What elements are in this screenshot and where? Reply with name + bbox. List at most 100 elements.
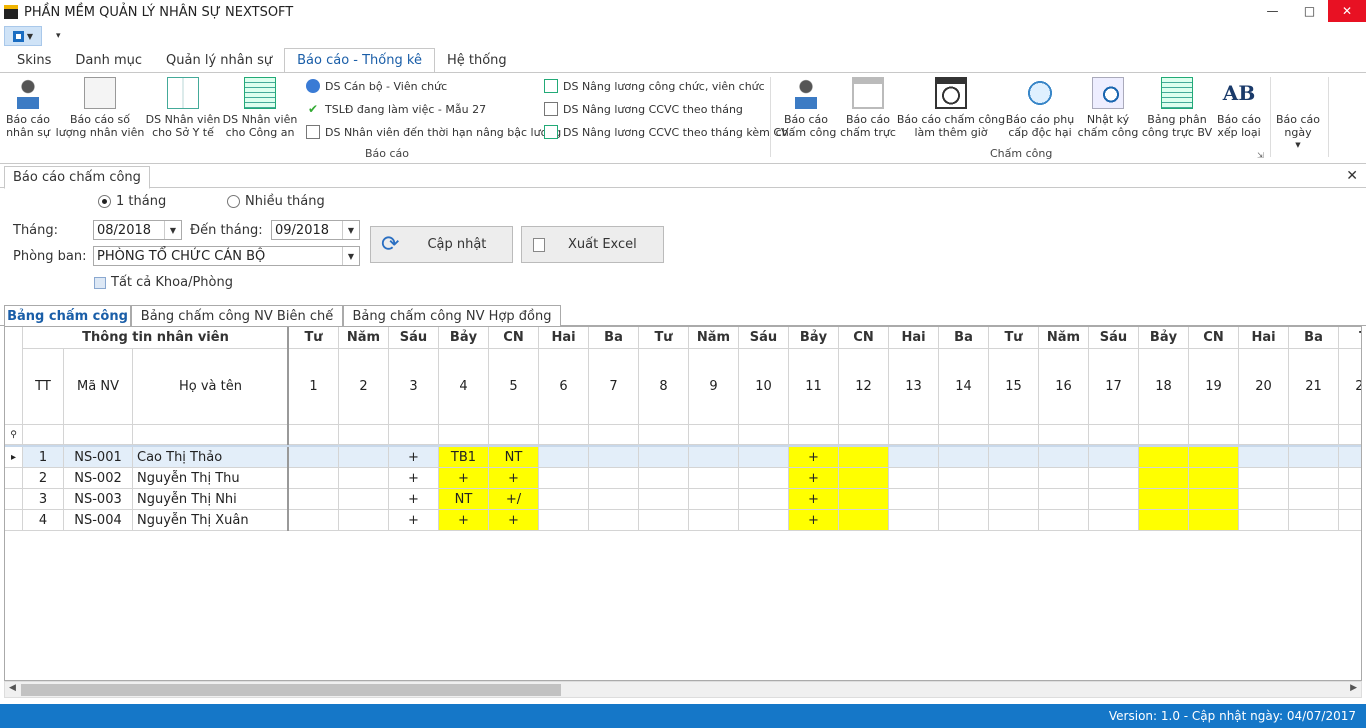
cell-day[interactable]: [639, 510, 689, 531]
day-header[interactable]: 11: [789, 349, 839, 425]
cell-ho-ten[interactable]: Cao Thị Thảo: [133, 447, 289, 468]
cell-tt[interactable]: 4: [23, 510, 64, 531]
customize-toolbar-icon[interactable]: ▾: [56, 31, 61, 41]
cell-day[interactable]: [689, 447, 739, 468]
day-header[interactable]: 17: [1089, 349, 1139, 425]
day-header[interactable]: 1: [289, 349, 339, 425]
cell-tt[interactable]: 3: [23, 489, 64, 510]
xuat-excel-button[interactable]: Xuất Excel: [521, 226, 664, 263]
cell-day[interactable]: [889, 489, 939, 510]
filter-cell[interactable]: [889, 425, 939, 445]
filter-cell[interactable]: [789, 425, 839, 445]
den-thang-combo[interactable]: 09/2018 ▼: [271, 220, 360, 240]
cell-day[interactable]: [1189, 489, 1239, 510]
filter-cell[interactable]: [1189, 425, 1239, 445]
cell-day[interactable]: +: [489, 468, 539, 489]
cell-ma-nv[interactable]: NS-004: [64, 510, 133, 531]
tab-he-thong[interactable]: Hệ thống: [435, 48, 519, 72]
day-header[interactable]: 22: [1339, 349, 1361, 425]
cell-day[interactable]: [1139, 447, 1189, 468]
ds-nang-luong-theo-thang-button[interactable]: DS Nâng lương CCVC theo tháng: [544, 99, 743, 119]
cell-day[interactable]: +/: [489, 489, 539, 510]
day-header[interactable]: 21: [1289, 349, 1339, 425]
cell-day[interactable]: [1039, 447, 1089, 468]
day-header[interactable]: 14: [939, 349, 989, 425]
cell-ma-nv[interactable]: NS-001: [64, 447, 133, 468]
cell-day[interactable]: [539, 447, 589, 468]
close-button[interactable]: ✕: [1328, 0, 1366, 22]
filter-cell[interactable]: [839, 425, 889, 445]
cell-day[interactable]: [989, 510, 1039, 531]
cell-day[interactable]: [1289, 447, 1339, 468]
cell-day[interactable]: +: [489, 510, 539, 531]
cell-day[interactable]: [289, 489, 339, 510]
filter-cell[interactable]: [1339, 425, 1361, 445]
cell-day[interactable]: [1239, 489, 1289, 510]
chevron-down-icon[interactable]: ▼: [342, 247, 359, 265]
filter-cell[interactable]: [1239, 425, 1289, 445]
row-indicator[interactable]: [5, 468, 23, 489]
cell-day[interactable]: +: [389, 510, 439, 531]
cell-day[interactable]: [589, 447, 639, 468]
row-indicator[interactable]: [5, 489, 23, 510]
cell-day[interactable]: [989, 489, 1039, 510]
col-header-ho-ten[interactable]: Họ và tên: [133, 349, 289, 425]
filter-cell[interactable]: [23, 425, 64, 445]
scroll-right-icon[interactable]: ▶: [1350, 683, 1357, 693]
cell-day[interactable]: [339, 447, 389, 468]
bao-cao-lam-them-gio-button[interactable]: Báo cáo chấm công làm thêm giờ: [897, 77, 1005, 143]
cell-day[interactable]: [1289, 510, 1339, 531]
cell-day[interactable]: [1189, 468, 1239, 489]
filter-cell[interactable]: [64, 425, 133, 445]
cell-day[interactable]: [1139, 489, 1189, 510]
day-header[interactable]: 4: [439, 349, 489, 425]
filter-cell[interactable]: [689, 425, 739, 445]
dialog-launcher-icon[interactable]: ⇲: [1257, 151, 1264, 160]
bao-cao-nhan-su-button[interactable]: Báo cáo nhân sự: [4, 77, 52, 143]
cell-day[interactable]: [339, 468, 389, 489]
cell-day[interactable]: [989, 468, 1039, 489]
day-header[interactable]: 9: [689, 349, 739, 425]
cell-day[interactable]: [839, 510, 889, 531]
cell-day[interactable]: +: [789, 489, 839, 510]
cap-nhat-button[interactable]: ⟳ Cập nhật: [370, 226, 513, 263]
tab-bang-cham-cong[interactable]: Bảng chấm công: [4, 305, 131, 327]
radio-many-months[interactable]: Nhiều tháng: [227, 194, 325, 209]
cell-day[interactable]: [1039, 489, 1089, 510]
cell-day[interactable]: [589, 489, 639, 510]
cell-day[interactable]: [1089, 447, 1139, 468]
cell-day[interactable]: [839, 447, 889, 468]
close-icon[interactable]: ✕: [1346, 168, 1358, 184]
ds-nhan-vien-so-y-te-button[interactable]: DS Nhân viên cho Sở Y tế: [146, 77, 220, 143]
cell-day[interactable]: +: [789, 510, 839, 531]
day-header[interactable]: 13: [889, 349, 939, 425]
filter-cell[interactable]: [539, 425, 589, 445]
filter-cell[interactable]: [1039, 425, 1089, 445]
radio-one-month[interactable]: 1 tháng: [98, 194, 166, 209]
filter-cell[interactable]: [289, 425, 339, 445]
tab-danh-muc[interactable]: Danh mục: [63, 48, 154, 72]
filter-cell[interactable]: [389, 425, 439, 445]
tab-quan-ly-nhan-su[interactable]: Quản lý nhân sự: [154, 48, 284, 72]
cell-day[interactable]: [1039, 468, 1089, 489]
cell-day[interactable]: [289, 510, 339, 531]
scroll-left-icon[interactable]: ◀: [9, 683, 16, 693]
filter-cell[interactable]: [339, 425, 389, 445]
cell-day[interactable]: [289, 447, 339, 468]
cell-day[interactable]: [739, 447, 789, 468]
minimize-button[interactable]: —: [1254, 0, 1291, 22]
tsld-mau-27-button[interactable]: ✔ TSLĐ đang làm việc - Mẫu 27: [306, 99, 486, 119]
ds-nang-luong-cong-chuc-button[interactable]: DS Nâng lương công chức, viên chức: [544, 76, 765, 96]
cell-day[interactable]: [639, 468, 689, 489]
filter-cell[interactable]: [639, 425, 689, 445]
cell-day[interactable]: [1339, 447, 1361, 468]
cell-day[interactable]: [289, 468, 339, 489]
cell-day[interactable]: [739, 468, 789, 489]
bao-cao-xep-loai-button[interactable]: AB Báo cáo xếp loại: [1214, 77, 1264, 143]
cell-day[interactable]: [639, 447, 689, 468]
cell-day[interactable]: [1139, 468, 1189, 489]
cell-day[interactable]: +: [789, 447, 839, 468]
cell-day[interactable]: [1089, 489, 1139, 510]
tab-hop-dong[interactable]: Bảng chấm công NV Hợp đồng: [343, 305, 561, 326]
cell-day[interactable]: +: [439, 468, 489, 489]
